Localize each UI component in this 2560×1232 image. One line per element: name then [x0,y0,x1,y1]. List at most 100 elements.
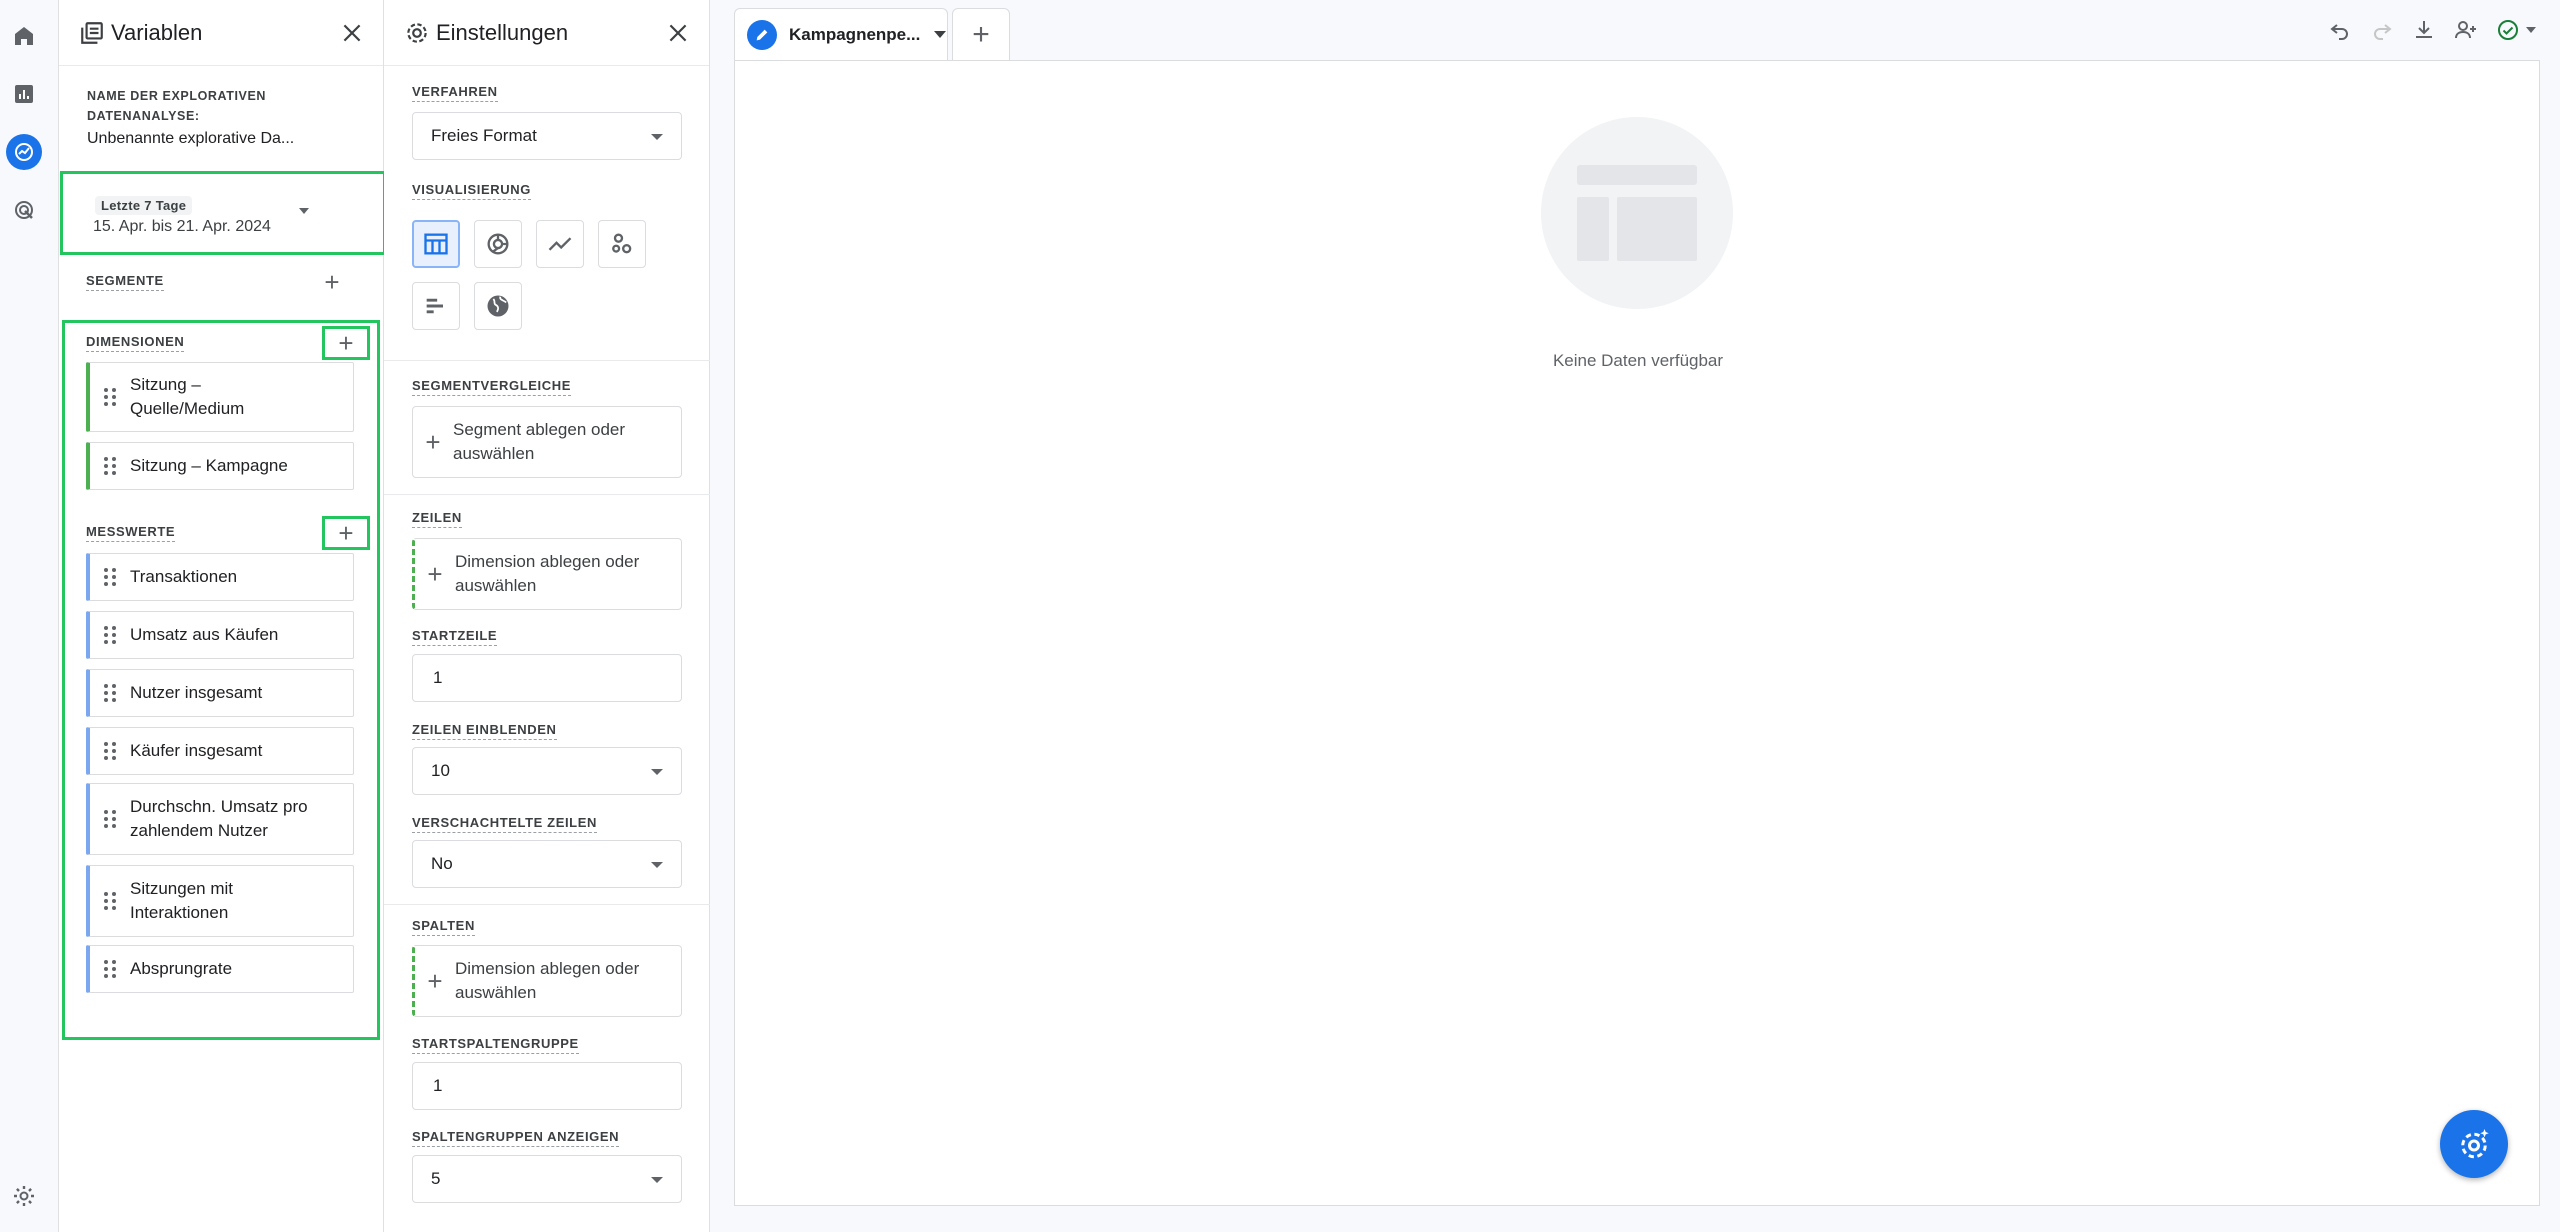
drag-handle-icon[interactable] [104,809,118,829]
dimension-chip[interactable]: Sitzung – Quelle/Medium [86,362,354,432]
add-icon: + [427,965,443,996]
rows-drop-text: Dimension ablegen oder auswählen [455,552,640,595]
drag-handle-icon[interactable] [104,959,118,979]
divider [384,904,710,905]
drag-handle-icon[interactable] [104,387,118,407]
tab-exploration[interactable]: Kampagnenpe... [734,8,948,60]
metric-label: Transaktionen [130,567,238,586]
globe-viz-icon[interactable] [474,282,522,330]
check-status-icon[interactable] [2492,14,2540,46]
add-metric-button[interactable]: + [322,516,370,550]
dimensions-header: DIMENSIONEN + [86,326,370,360]
metric-chip[interactable]: Umsatz aus Käufen [86,611,354,659]
nested-rows-label: VERSCHACHTELTE ZEILEN [412,815,597,833]
metric-chip[interactable]: Durchschn. Umsatz pro zahlendem Nutzer [86,783,354,855]
settings-title: Einstellungen [436,19,569,45]
metrics-label: MESSWERTE [86,524,176,542]
show-col-groups-select[interactable]: 5 [412,1155,682,1203]
start-row-input[interactable]: 1 [412,654,682,702]
date-range-text: 15. Apr. bis 21. Apr. 2024 [93,218,271,235]
download-icon[interactable] [2408,14,2440,46]
close-icon[interactable] [339,20,365,46]
exploration-name[interactable]: NAME DER EXPLORATIVEN DATENANALYSE: Unbe… [87,86,367,148]
rows-drop-zone[interactable]: + Dimension ablegen oder auswählen [412,538,682,610]
pencil-icon[interactable] [747,19,777,50]
chevron-down-icon[interactable] [299,208,309,214]
redo-icon[interactable] [2366,14,2398,46]
advertising-icon[interactable] [6,192,42,228]
columns-drop-zone[interactable]: + Dimension ablegen oder auswählen [412,945,682,1017]
show-rows-label: ZEILEN EINBLENDEN [412,722,557,740]
visualization-label: VISUALISIERUNG [412,182,531,200]
insights-fab-button[interactable] [2440,1110,2508,1178]
metric-label: Absprungrate [130,959,233,978]
chevron-down-icon [651,1177,663,1183]
scatter-viz-icon[interactable] [598,220,646,268]
line-viz-icon[interactable] [536,220,584,268]
add-tab-button[interactable]: + [952,8,1010,60]
divider [384,360,710,361]
variables-header: Variablen [59,0,383,66]
empty-state-illustration [1541,117,1733,309]
tab-name: Kampagnenpe... [789,24,921,44]
show-rows-value: 10 [431,761,450,780]
technique-label: VERFAHREN [412,84,498,102]
nested-rows-select[interactable]: No [412,840,682,888]
dimension-label: Sitzung – Kampagne [130,456,288,475]
drag-handle-icon[interactable] [104,741,118,761]
drag-handle-icon[interactable] [104,456,118,476]
empty-state-text: Keine Daten verfügbar [1552,351,1724,370]
start-row-label: STARTZEILE [412,628,498,646]
settings-icon[interactable] [6,1178,42,1214]
add-dimension-button[interactable]: + [322,326,370,360]
start-col-group-label: STARTSPALTENGRUPPE [412,1036,579,1054]
drag-handle-icon[interactable] [104,683,118,703]
start-row-value: 1 [433,668,443,687]
variables-title: Variablen [111,19,203,45]
metrics-header: MESSWERTE + [86,516,370,550]
segment-drop-zone[interactable]: + Segment ablegen oder auswählen [412,406,682,478]
columns-label: SPALTEN [412,918,475,936]
metric-chip[interactable]: Transaktionen [86,553,354,601]
add-icon: + [427,558,443,589]
library-icon [79,20,105,46]
technique-select[interactable]: Freies Format [412,112,682,160]
show-col-groups-label: SPALTENGRUPPEN ANZEIGEN [412,1129,620,1147]
chevron-down-icon[interactable] [934,31,947,38]
close-icon[interactable] [665,20,691,46]
metric-chip[interactable]: Absprungrate [86,945,354,993]
nested-rows-value: No [431,854,453,873]
exploration-name-value[interactable]: Unbenannte explorative Da... [87,130,367,148]
share-user-icon[interactable] [2450,14,2482,46]
bar-viz-icon[interactable] [412,282,460,330]
explore-icon[interactable] [6,134,42,170]
segments-header: SEGMENTE + [86,268,346,296]
donut-viz-icon[interactable] [474,220,522,268]
chevron-down-icon [651,134,663,140]
settings-panel: Einstellungen VERFAHREN Freies Format VI… [384,0,710,1232]
start-col-group-input[interactable]: 1 [412,1062,682,1110]
dimension-chip[interactable]: Sitzung – Kampagne [86,442,354,490]
drag-handle-icon[interactable] [104,891,118,911]
show-rows-select[interactable]: 10 [412,747,682,795]
tab-bar: Kampagnenpe... + [734,8,1010,60]
drag-handle-icon[interactable] [104,625,118,645]
divider [384,494,710,495]
add-segment-button[interactable]: + [318,268,346,296]
reports-icon[interactable] [6,76,42,112]
segment-drop-text: Segment ablegen oder auswählen [453,420,626,463]
metric-label: Umsatz aus Käufen [130,625,279,644]
undo-icon[interactable] [2324,14,2356,46]
metric-chip[interactable]: Käufer insgesamt [86,727,354,775]
metric-chip[interactable]: Sitzungen mit Interaktionen [86,865,354,937]
metric-chip[interactable]: Nutzer insgesamt [86,669,354,717]
columns-drop-text: Dimension ablegen oder auswählen [455,959,640,1002]
table-viz-icon[interactable] [412,220,460,268]
home-icon[interactable] [6,18,42,54]
gear-icon [404,20,430,46]
sparkle-gear-icon [2461,1129,2489,1159]
drag-handle-icon[interactable] [104,567,118,587]
dimensions-label: DIMENSIONEN [86,334,185,352]
metric-label: Nutzer insgesamt [130,683,263,702]
date-range-picker[interactable]: Letzte 7 Tage 15. Apr. bis 21. Apr. 2024 [60,171,386,255]
